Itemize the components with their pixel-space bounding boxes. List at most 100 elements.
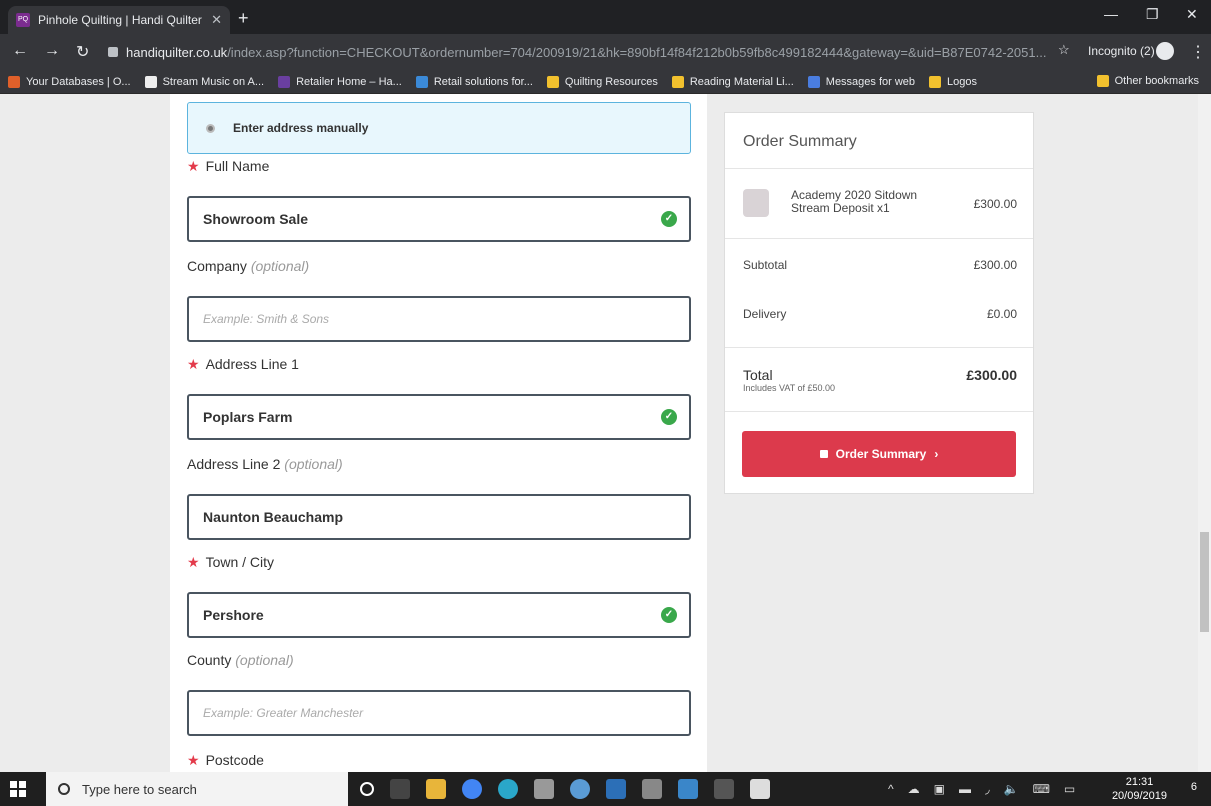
- desktop-icon[interactable]: ▭: [1064, 782, 1075, 796]
- browser-tabbar: PQ Pinhole Quilting | Handi Quilter L ✕ …: [0, 0, 1211, 34]
- address-input[interactable]: Example: Smith & Sons: [187, 296, 691, 342]
- address-input[interactable]: Pershore ✓: [187, 592, 691, 638]
- address-input[interactable]: Naunton Beauchamp: [187, 494, 691, 540]
- restore-icon[interactable]: ❐: [1146, 6, 1159, 23]
- incognito-icon[interactable]: [1156, 42, 1174, 60]
- field-label-text: Full Name: [205, 158, 270, 174]
- file-explorer-icon[interactable]: [426, 779, 446, 799]
- image-viewer-icon[interactable]: [750, 779, 770, 799]
- field-label: Company (optional): [187, 258, 309, 274]
- input-value: Pershore: [203, 607, 264, 623]
- input-value: Poplars Farm: [203, 409, 293, 425]
- bookmark-item[interactable]: Your Databases | O...: [8, 75, 131, 88]
- star-icon[interactable]: ☆: [1058, 42, 1070, 58]
- chrome-canary-icon[interactable]: [498, 779, 518, 799]
- address-input[interactable]: Example: Greater Manchester: [187, 690, 691, 736]
- chevron-up-icon[interactable]: ^: [888, 782, 894, 796]
- field-label-text: Town / City: [205, 554, 275, 570]
- windows-start-icon[interactable]: [10, 781, 26, 797]
- notification-count: 6: [1190, 781, 1197, 793]
- bookmark-label: Quilting Resources: [564, 75, 658, 88]
- keyboard-icon[interactable]: ⌨: [1033, 782, 1050, 796]
- subtotal-label: Subtotal: [743, 258, 788, 272]
- delivery-row: Delivery £0.00: [743, 307, 1017, 321]
- manual-address-label: Enter address manually: [233, 121, 369, 135]
- other-bookmarks[interactable]: Other bookmarks: [1096, 75, 1199, 87]
- field-label: ★ Full Name: [187, 158, 269, 175]
- bookmark-item[interactable]: Quilting Resources: [546, 75, 658, 88]
- onedrive-icon[interactable]: ☁: [908, 782, 920, 796]
- order-summary-button-label: Order Summary: [835, 447, 927, 461]
- radio-icon[interactable]: [206, 123, 215, 133]
- chrome-icon[interactable]: [462, 779, 482, 799]
- order-summary-button[interactable]: Order Summary ›: [742, 431, 1016, 477]
- bookmark-icon: [929, 75, 942, 88]
- required-star-icon: ★: [187, 752, 200, 768]
- close-tab-icon[interactable]: ✕: [211, 12, 222, 28]
- chrome-incognito-icon[interactable]: [570, 779, 590, 799]
- close-window-icon[interactable]: ✕: [1186, 6, 1198, 23]
- input-placeholder: Example: Greater Manchester: [203, 706, 364, 720]
- input-value: Naunton Beauchamp: [203, 509, 344, 525]
- volume-icon[interactable]: 🔈: [1004, 782, 1019, 796]
- field-label: County (optional): [187, 652, 294, 668]
- enter-address-manually-option[interactable]: Enter address manually: [187, 102, 691, 154]
- remote-desktop-icon[interactable]: [678, 779, 698, 799]
- bookmark-item[interactable]: Retailer Home – Ha...: [278, 75, 402, 88]
- bookmark-label: Logos: [947, 75, 978, 88]
- bookmark-item[interactable]: Logos: [929, 75, 978, 88]
- system-tray: ^ ☁ ▣ ▬ ◞ 🔈 ⌨ ▭: [888, 782, 1075, 796]
- tab-title: Pinhole Quilting | Handi Quilter L: [38, 13, 206, 27]
- incognito-label[interactable]: Incognito (2): [1088, 44, 1155, 58]
- bookmark-icon: [144, 75, 157, 88]
- field-label: ★ Postcode: [187, 752, 264, 769]
- menu-icon[interactable]: ⋮: [1190, 42, 1206, 62]
- input-placeholder: Example: Smith & Sons: [203, 312, 330, 326]
- address-bar[interactable]: handiquilter.co.uk/index.asp?function=CH…: [108, 39, 1068, 65]
- field-label-text: Postcode: [205, 752, 264, 768]
- field-label: ★ Address Line 1: [187, 356, 299, 373]
- order-line-item: Academy 2020 Sitdown Stream Deposit x1 £…: [725, 169, 1033, 239]
- network-icon[interactable]: ▬: [959, 782, 971, 796]
- app-icon[interactable]: [642, 779, 662, 799]
- delivery-label: Delivery: [743, 307, 787, 321]
- optional-note: (optional): [235, 652, 294, 668]
- page-scrollbar[interactable]: [1198, 94, 1211, 772]
- wifi-icon[interactable]: ◞: [985, 782, 990, 796]
- tray-app-icon[interactable]: ▣: [934, 782, 945, 796]
- bookmark-item[interactable]: Reading Material Li...: [671, 75, 794, 88]
- bookmark-item[interactable]: Messages for web: [807, 75, 915, 88]
- bookmark-label: Reading Material Li...: [689, 75, 794, 88]
- minimize-icon[interactable]: —: [1104, 6, 1118, 22]
- lock-icon: [819, 450, 828, 458]
- browser-tab[interactable]: PQ Pinhole Quilting | Handi Quilter L ✕: [8, 6, 230, 34]
- forward-icon[interactable]: →: [44, 42, 60, 60]
- total-value: £300.00: [966, 367, 1017, 383]
- cortana-icon[interactable]: [360, 782, 374, 796]
- bookmark-item[interactable]: Stream Music on A...: [144, 75, 264, 88]
- system-clock[interactable]: 21:31 20/09/2019: [1112, 775, 1167, 803]
- bookmark-icon: [671, 75, 684, 88]
- app-icon[interactable]: [534, 779, 554, 799]
- address-input[interactable]: Poplars Farm ✓: [187, 394, 691, 440]
- new-tab-icon[interactable]: +: [238, 8, 249, 29]
- calculator-icon[interactable]: [714, 779, 734, 799]
- back-icon[interactable]: ←: [12, 42, 28, 60]
- subtotal-row: Subtotal £300.00: [743, 258, 1017, 272]
- notifications-icon[interactable]: 6: [1191, 781, 1197, 793]
- scrollbar-thumb[interactable]: [1200, 532, 1209, 632]
- bookmark-icon: [415, 75, 428, 88]
- field-label: Address Line 2 (optional): [187, 456, 343, 472]
- address-input[interactable]: Showroom Sale ✓: [187, 196, 691, 242]
- task-view-icon[interactable]: [390, 779, 410, 799]
- url-host: handiquilter.co.uk: [126, 44, 228, 60]
- bookmark-item[interactable]: Retail solutions for...: [415, 75, 533, 88]
- total-row: Total Includes VAT of £50.00 £300.00: [743, 367, 1017, 393]
- address-form: Enter address manually ★ Full Name Showroo…: [170, 94, 707, 772]
- photos-icon[interactable]: [606, 779, 626, 799]
- taskbar-search[interactable]: Type here to search: [46, 772, 348, 806]
- field-label-text: Company: [187, 258, 247, 274]
- field-label-text: Address Line 2: [187, 456, 281, 472]
- valid-check-icon: ✓: [661, 607, 677, 623]
- reload-icon[interactable]: ↻: [76, 42, 89, 62]
